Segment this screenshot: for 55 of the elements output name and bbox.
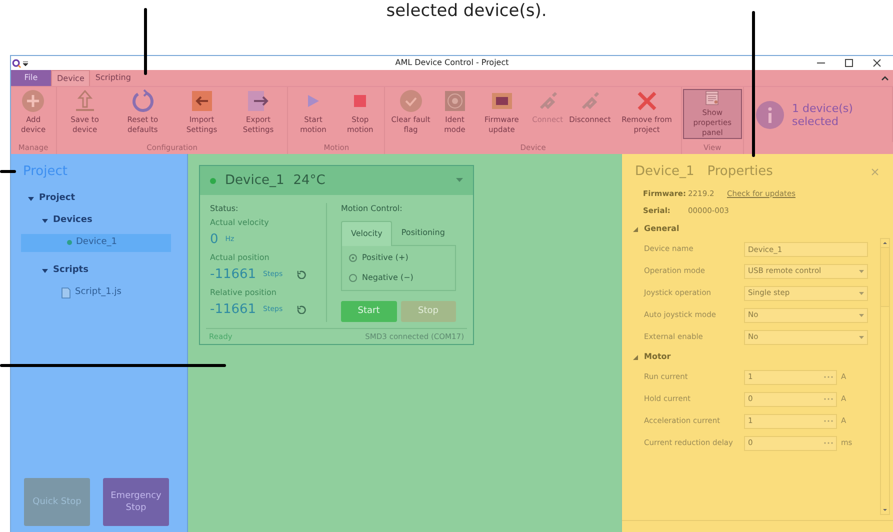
arrow-left-box-icon xyxy=(190,89,214,113)
direction-radio[interactable]: Negative (−) xyxy=(349,272,448,284)
collapse-ribbon-icon[interactable] xyxy=(881,74,889,82)
tree-item[interactable]: Devices xyxy=(21,212,171,230)
reset-arrow-icon[interactable] xyxy=(297,305,306,314)
section-title: Motor xyxy=(644,351,671,363)
ribbon-tab[interactable]: File xyxy=(11,70,51,86)
motion-heading: Motion Control: xyxy=(341,203,404,215)
tree-item[interactable]: Device_1 xyxy=(21,234,171,252)
circular-arrow-icon xyxy=(130,89,155,113)
info-icon xyxy=(756,100,784,128)
ribbon-tab[interactable]: Scripting xyxy=(90,70,136,86)
reading-label: Relative position xyxy=(210,287,278,299)
leader-line xyxy=(144,8,147,75)
scrollbar[interactable] xyxy=(880,238,890,515)
arrow-right-box-icon xyxy=(246,89,270,113)
emergency-stop-button[interactable]: Emergency Stop xyxy=(103,478,169,526)
direction-radio[interactable]: Positive (+) xyxy=(349,252,448,264)
maximize-icon[interactable] xyxy=(844,58,854,68)
selection-info: 1 device(s) selected xyxy=(792,102,854,128)
reading-value: -11661 xyxy=(210,266,256,284)
checkmark-circle-icon xyxy=(398,89,423,113)
reading-value: 0 xyxy=(210,230,218,249)
panel-title: Device_1 xyxy=(635,163,694,181)
target-icon xyxy=(442,89,467,113)
tree-item[interactable]: Scripts xyxy=(21,262,171,280)
panel-title: Project xyxy=(22,163,68,181)
script-file-icon xyxy=(61,286,71,298)
dropdown-caret-icon xyxy=(859,270,864,272)
window-title: AML Device Control - Project xyxy=(394,57,510,69)
start-button[interactable]: Start xyxy=(341,301,396,322)
collapse-triangle-icon[interactable] xyxy=(633,354,638,360)
plus-circle-icon xyxy=(21,89,46,113)
status-heading: Status: xyxy=(210,203,240,215)
reading-label: Actual position xyxy=(210,252,270,264)
reading-value: -11661 xyxy=(210,300,256,319)
reading-label: Actual velocity xyxy=(210,217,270,229)
caption-text: selected device(s). xyxy=(386,0,547,23)
panel-title: Properties xyxy=(707,163,773,181)
tree-item[interactable]: Script_1.js xyxy=(21,284,171,302)
ribbon-tab[interactable]: Device xyxy=(51,70,90,86)
section-title: General xyxy=(644,223,680,235)
collapse-triangle-icon[interactable] xyxy=(633,226,638,232)
device-title: Device_1 xyxy=(225,172,284,190)
dropdown-caret-icon[interactable] xyxy=(23,60,28,66)
app-logo-icon xyxy=(12,58,21,68)
temperature: 24°C xyxy=(293,172,326,190)
dropdown-caret-icon xyxy=(859,314,864,316)
dropdown-caret-icon xyxy=(859,292,864,294)
tree-item[interactable]: Project xyxy=(21,190,171,208)
dropdown-caret-icon xyxy=(859,336,864,338)
reset-arrow-icon[interactable] xyxy=(297,270,306,279)
motion-tab[interactable]: Velocity xyxy=(341,221,392,246)
scroll-down-icon[interactable] xyxy=(881,506,889,514)
close-icon[interactable] xyxy=(872,58,882,68)
